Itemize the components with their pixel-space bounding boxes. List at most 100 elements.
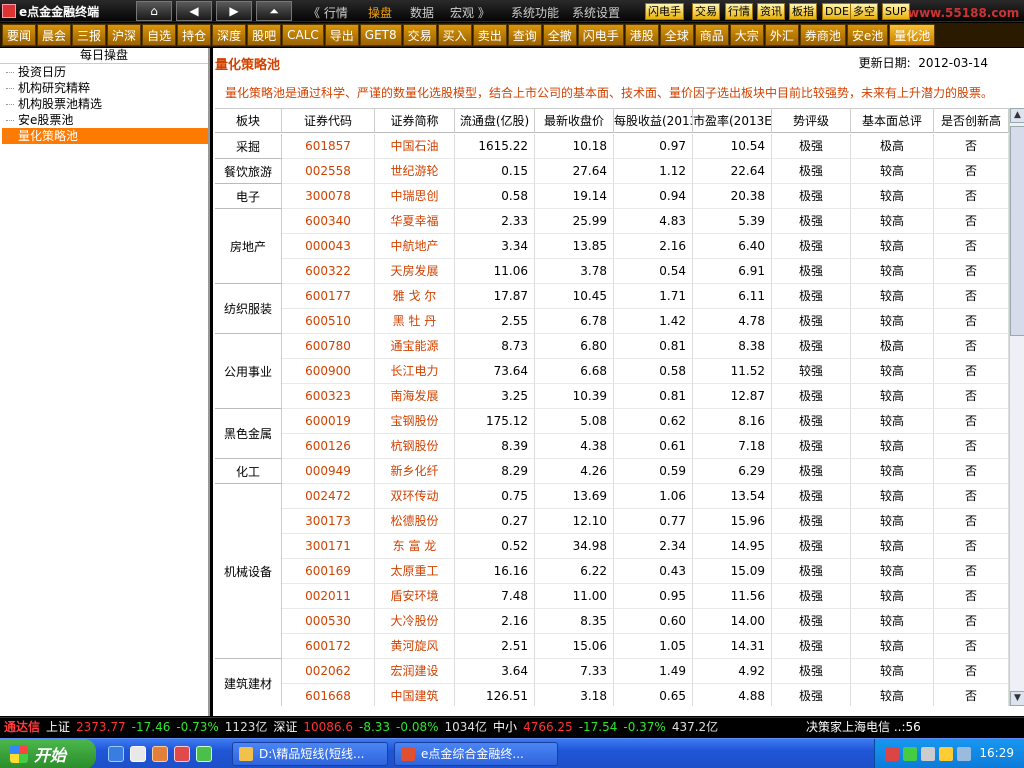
table-row[interactable]: 600169 太原重工 16.16 6.22 0.43 15.09 极强 较高否 — [282, 559, 1009, 584]
column-header-1[interactable]: 证券代码 — [282, 109, 375, 133]
menu-5[interactable]: 系统设置 — [572, 4, 620, 21]
tree-item-3[interactable]: 安e股票池 — [2, 112, 208, 128]
toolbar-button-24[interactable]: 量化池 — [889, 24, 936, 46]
table-row[interactable]: 002558 世纪游轮 0.15 27.64 1.12 22.64 极强 较高否 — [282, 159, 1009, 184]
table-row[interactable]: 600019 宝钢股份 175.12 5.08 0.62 8.16 极强 较高否 — [282, 409, 1009, 434]
quick-button-6[interactable]: 多空 — [850, 3, 878, 20]
tray-app-icon[interactable] — [885, 747, 899, 761]
start-button[interactable]: 开始 — [0, 739, 96, 768]
tree-item-2[interactable]: 机构股票池精选 — [2, 96, 208, 112]
table-row[interactable]: 002472 双环传动 0.75 13.69 1.06 13.54 极强 较高否 — [282, 484, 1009, 509]
table-row[interactable]: 600172 黄河旋风 2.51 15.06 1.05 14.31 极强 较高否 — [282, 634, 1009, 659]
menu-4[interactable]: 系统功能 — [511, 4, 559, 21]
toolbar-button-22[interactable]: 券商池 — [799, 24, 846, 46]
table-row[interactable]: 300078 中瑞思创 0.58 19.14 0.94 20.38 极强 较高否 — [282, 184, 1009, 209]
ie-icon[interactable] — [108, 746, 124, 762]
table-row[interactable]: 300173 松德股份 0.27 12.10 0.77 15.96 极强 较高否 — [282, 509, 1009, 534]
column-header-8[interactable]: 基本面总评 — [851, 109, 934, 133]
table-row[interactable]: 600126 杭钢股份 8.39 4.38 0.61 7.18 极强 较高否 — [282, 434, 1009, 459]
toolbar-button-2[interactable]: 三报 — [72, 24, 107, 46]
column-header-7[interactable]: 势评级 — [772, 109, 851, 133]
menu-3[interactable]: 宏观 》 — [450, 4, 490, 21]
tray-security-icon[interactable] — [939, 747, 953, 761]
menu-0[interactable]: 《 行情 — [308, 4, 348, 21]
up-icon[interactable]: ⏶ — [256, 1, 292, 21]
table-row[interactable]: 600780 通宝能源 8.73 6.80 0.81 8.38 极强 极高否 — [282, 334, 1009, 359]
tray-volume-icon[interactable] — [921, 747, 935, 761]
toolbar-button-15[interactable]: 全撤 — [542, 24, 577, 46]
column-header-2[interactable]: 证券简称 — [375, 109, 455, 133]
table-row[interactable]: 600900 长江电力 73.64 6.68 0.58 11.52 较强 较高否 — [282, 359, 1009, 384]
quick-button-7[interactable]: SUP — [882, 3, 910, 20]
toolbar-button-9[interactable]: 导出 — [324, 24, 359, 46]
column-header-9[interactable]: 是否创新高 — [934, 109, 1009, 133]
column-header-3[interactable]: 流通盘(亿股) — [455, 109, 535, 133]
toolbar-button-3[interactable]: 沪深 — [107, 24, 142, 46]
scroll-down-icon[interactable]: ▼ — [1010, 691, 1024, 706]
table-row[interactable]: 600510 黑 牡 丹 2.55 6.78 1.42 4.78 极强 较高否 — [282, 309, 1009, 334]
toolbar-button-4[interactable]: 自选 — [142, 24, 177, 46]
table-row[interactable]: 000530 大冷股份 2.16 8.35 0.60 14.00 极强 较高否 — [282, 609, 1009, 634]
tree-item-4[interactable]: 量化策略池 — [2, 128, 208, 144]
quick-button-0[interactable]: 闪电手 — [645, 3, 684, 20]
scroll-up-icon[interactable]: ▲ — [1010, 108, 1024, 123]
quick-button-4[interactable]: 板指 — [789, 3, 817, 20]
table-row[interactable]: 600177 雅 戈 尔 17.87 10.45 1.71 6.11 极强 较高否 — [282, 284, 1009, 309]
toolbar-button-18[interactable]: 全球 — [659, 24, 694, 46]
table-row[interactable]: 601668 中国建筑 126.51 3.18 0.65 4.88 极强 较高否 — [282, 684, 1009, 706]
toolbar-button-21[interactable]: 外汇 — [764, 24, 799, 46]
quick-button-3[interactable]: 资讯 — [757, 3, 785, 20]
chart-app-icon[interactable] — [196, 746, 212, 762]
table-row[interactable]: 002011 盾安环境 7.48 11.00 0.95 11.56 极强 较高否 — [282, 584, 1009, 609]
tray-network-icon[interactable] — [903, 747, 917, 761]
cell-9: 否 — [934, 184, 1009, 209]
toolbar-button-8[interactable]: CALC — [282, 24, 324, 46]
table-row[interactable]: 002062 宏润建设 3.64 7.33 1.49 4.92 极强 较高否 — [282, 659, 1009, 684]
menu-1[interactable]: 操盘 — [368, 4, 392, 21]
column-header-0[interactable]: 板块 — [215, 109, 282, 133]
tree-item-0[interactable]: 投资日历 — [2, 64, 208, 80]
toolbar-button-0[interactable]: 要闻 — [2, 24, 37, 46]
table-row[interactable]: 000043 中航地产 3.34 13.85 2.16 6.40 极强 较高否 — [282, 234, 1009, 259]
back-icon[interactable]: ◀ — [176, 1, 212, 21]
media-icon[interactable] — [174, 746, 190, 762]
toolbar-button-19[interactable]: 商品 — [694, 24, 729, 46]
tree-item-1[interactable]: 机构研究精粹 — [2, 80, 208, 96]
column-header-6[interactable]: 市盈率(2013E) — [693, 109, 772, 133]
toolbar-button-23[interactable]: 安e池 — [846, 24, 889, 46]
toolbar-button-20[interactable]: 大宗 — [729, 24, 764, 46]
toolbar-button-7[interactable]: 股吧 — [247, 24, 282, 46]
toolbar-button-10[interactable]: GET8 — [359, 24, 402, 46]
toolbar-button-6[interactable]: 深度 — [212, 24, 247, 46]
table-row[interactable]: 000949 新乡化纤 8.29 4.26 0.59 6.29 极强 较高否 — [282, 459, 1009, 484]
taskbar-task-0[interactable]: D:\精品短线(短线... — [232, 742, 388, 766]
toolbar-button-5[interactable]: 持仓 — [177, 24, 212, 46]
toolbar-button-16[interactable]: 闪电手 — [577, 24, 624, 46]
toolbar-button-17[interactable]: 港股 — [624, 24, 659, 46]
quick-button-5[interactable]: DDE — [822, 3, 852, 20]
quick-button-1[interactable]: 交易 — [692, 3, 720, 20]
toolbar-button-12[interactable]: 买入 — [437, 24, 472, 46]
table-row[interactable]: 600340 华夏幸福 2.33 25.99 4.83 5.39 极强 较高否 — [282, 209, 1009, 234]
toolbar-button-14[interactable]: 查询 — [507, 24, 542, 46]
menu-2[interactable]: 数据 — [410, 4, 434, 21]
tray-ime-icon[interactable] — [957, 747, 971, 761]
desktop-icon[interactable] — [130, 746, 146, 762]
taskbar-task-1[interactable]: e点金综合金融终... — [394, 742, 558, 766]
toolbar-button-13[interactable]: 卖出 — [472, 24, 507, 46]
forward-icon[interactable]: ▶ — [216, 1, 252, 21]
toolbar-button-1[interactable]: 晨会 — [37, 24, 72, 46]
ticker-news[interactable]: 决策家上海电信 ..:56 — [806, 718, 921, 737]
quick-button-2[interactable]: 行情 — [725, 3, 753, 20]
app-quick-icon[interactable] — [152, 746, 168, 762]
home-icon[interactable]: ⌂ — [136, 1, 172, 21]
scroll-thumb[interactable] — [1010, 126, 1024, 336]
column-header-4[interactable]: 最新收盘价 — [535, 109, 614, 133]
table-scrollbar[interactable]: ▲ ▼ — [1009, 108, 1024, 706]
column-header-5[interactable]: 每股收益(2013) — [614, 109, 693, 133]
table-row[interactable]: 600322 天房发展 11.06 3.78 0.54 6.91 极强 较高否 — [282, 259, 1009, 284]
table-row[interactable]: 600323 南海发展 3.25 10.39 0.81 12.87 极强 较高否 — [282, 384, 1009, 409]
toolbar-button-11[interactable]: 交易 — [402, 24, 437, 46]
table-row[interactable]: 601857 中国石油 1615.22 10.18 0.97 10.54 极强 极高否 — [282, 134, 1009, 159]
table-row[interactable]: 300171 东 富 龙 0.52 34.98 2.34 14.95 极强 较高否 — [282, 534, 1009, 559]
